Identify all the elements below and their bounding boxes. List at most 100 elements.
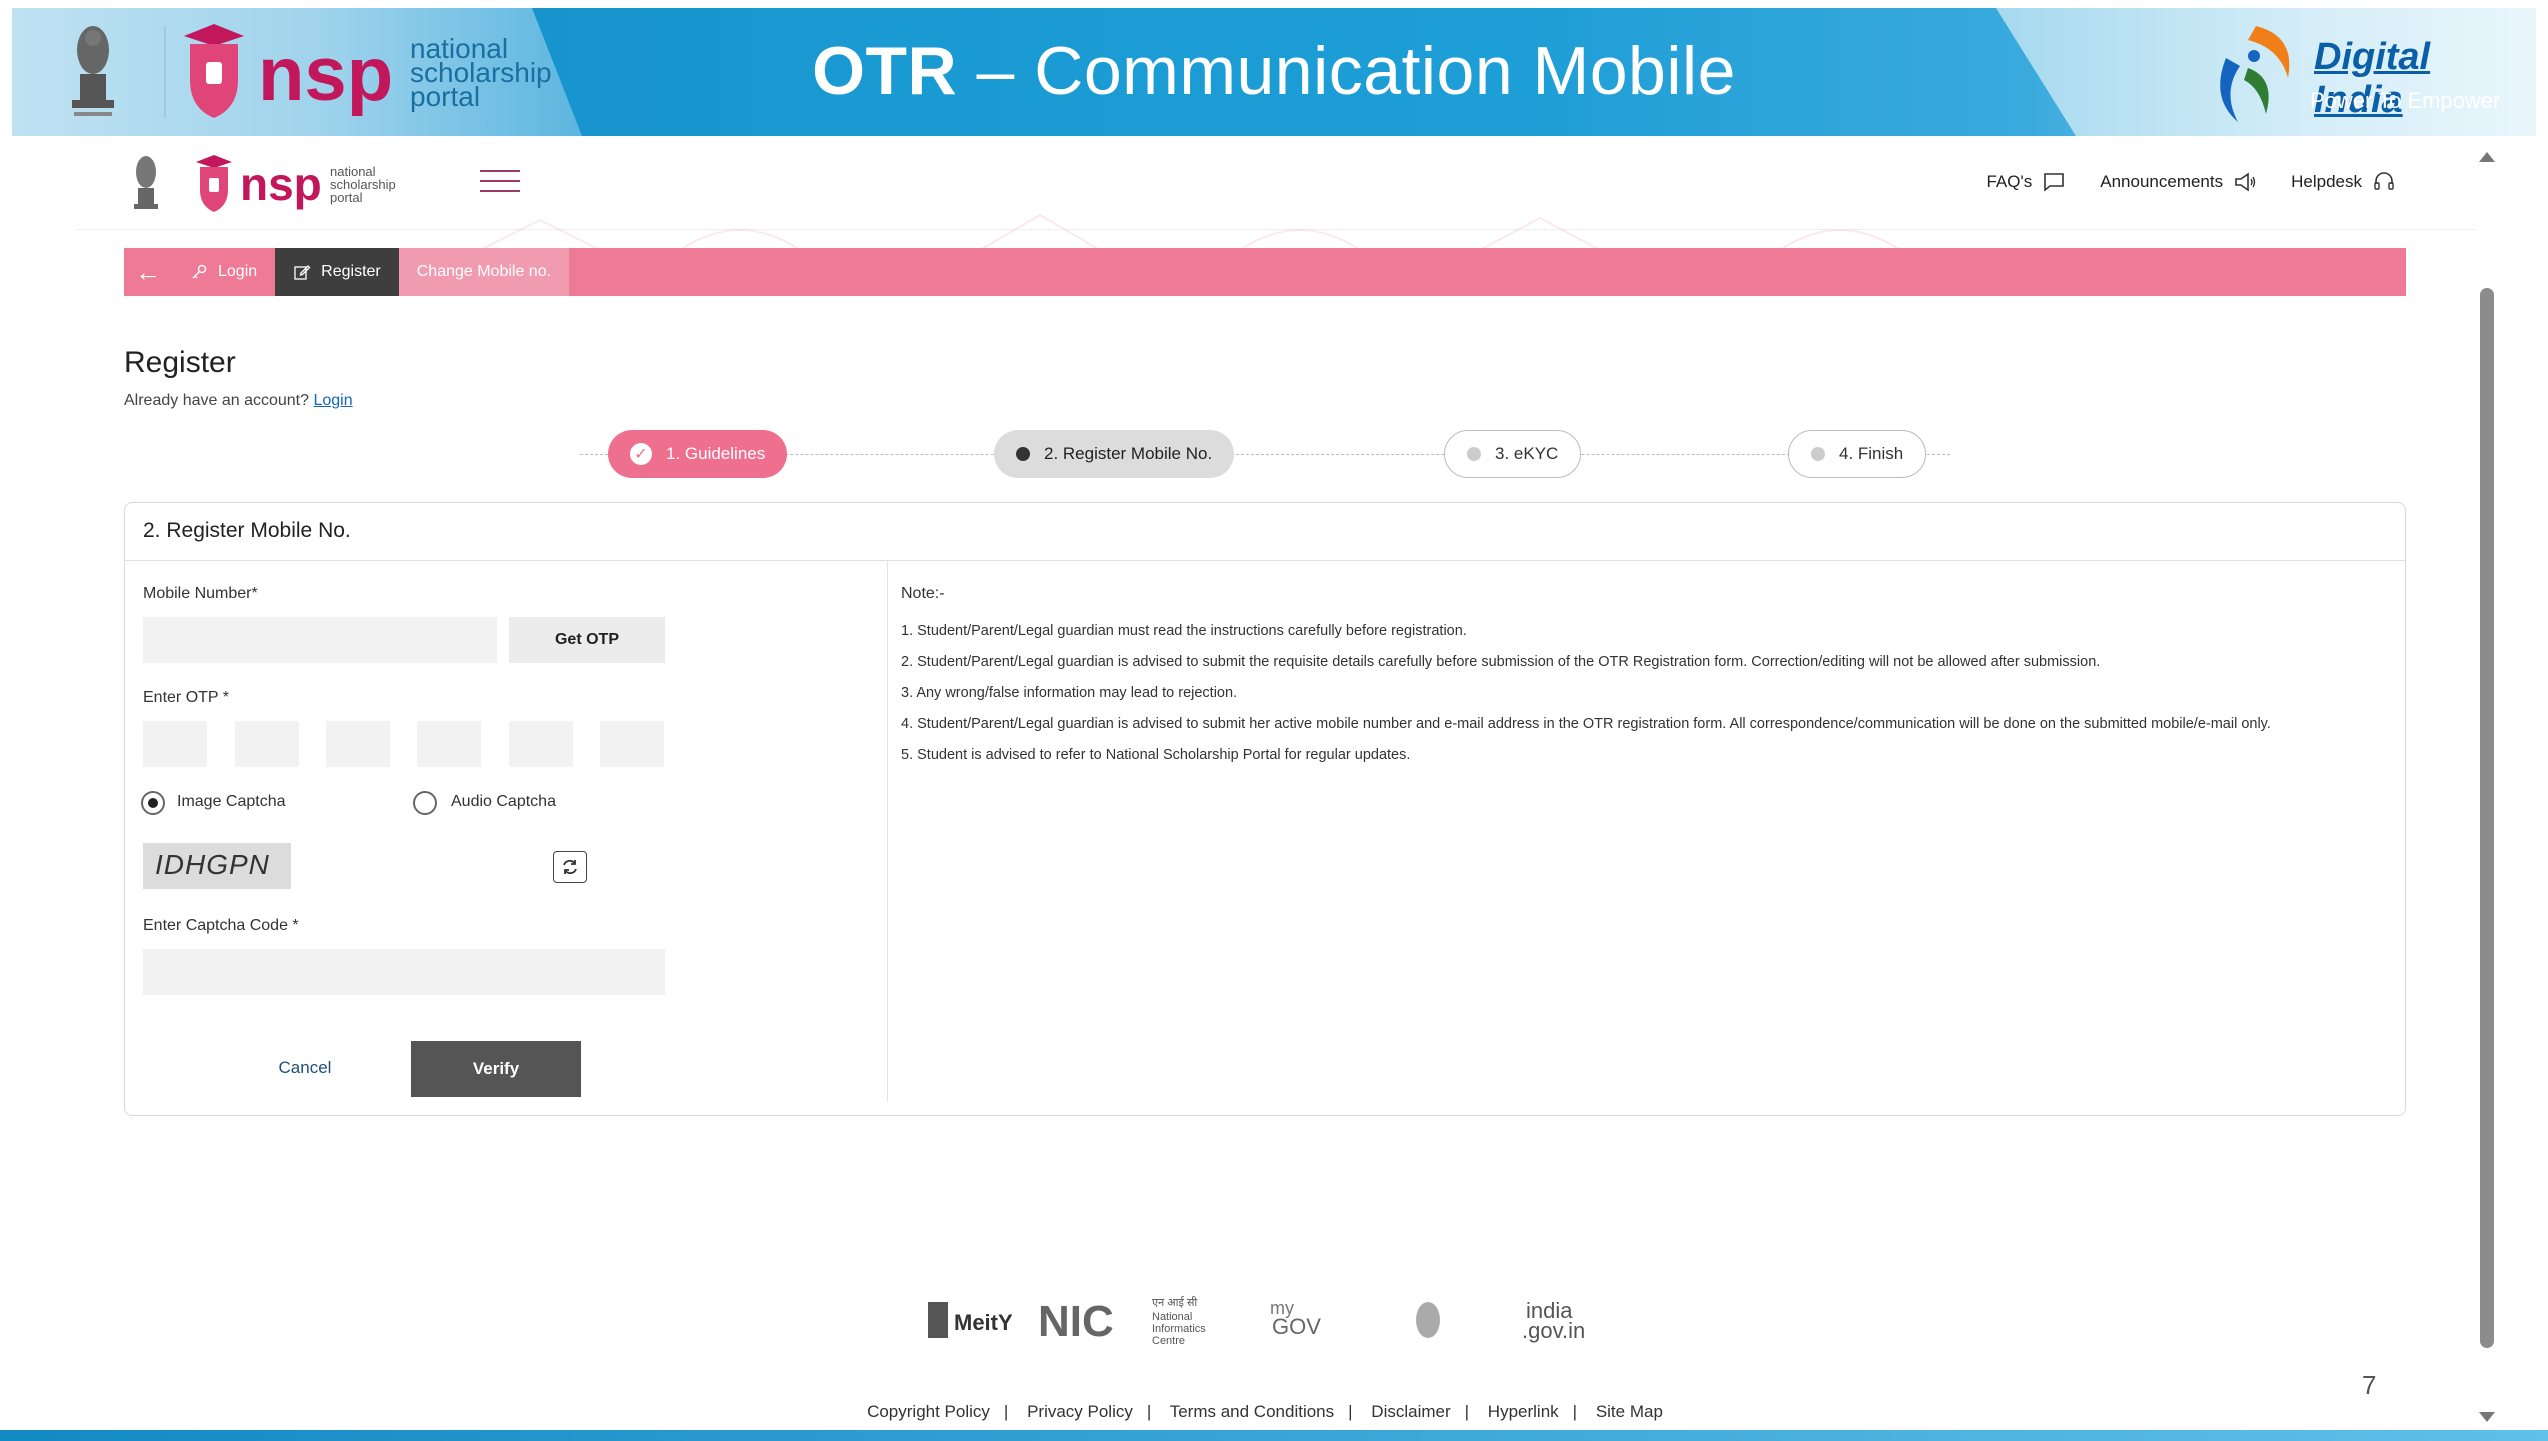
- nic-logo[interactable]: NIC एन आई सी National Informatics Centre: [1038, 1296, 1206, 1347]
- footer-logos: MeitY NIC एन आई सी National Informatics …: [928, 1296, 1585, 1347]
- step-finish-label: 4. Finish: [1839, 444, 1904, 463]
- scrollbar-thumb[interactable]: [2480, 288, 2494, 1348]
- verify-button[interactable]: Verify: [411, 1041, 581, 1097]
- page-title: Register: [124, 346, 236, 379]
- faqs-label: FAQ's: [1986, 172, 2033, 191]
- copyright-policy-link[interactable]: Copyright Policy: [867, 1402, 990, 1421]
- headset-icon: [2374, 172, 2394, 190]
- site-map-link[interactable]: Site Map: [1596, 1402, 1663, 1421]
- cancel-button[interactable]: Cancel: [245, 1041, 365, 1095]
- privacy-policy-link[interactable]: Privacy Policy: [1027, 1402, 1133, 1421]
- emblem-footer-icon[interactable]: [1416, 1302, 1440, 1338]
- image-captcha-radio[interactable]: [141, 791, 165, 815]
- step-ekyc[interactable]: 3. eKYC: [1444, 430, 1582, 478]
- note-item: 5. Student is advised to refer to Nation…: [901, 747, 1411, 763]
- footer-separator: |: [1003, 1402, 1009, 1421]
- digital-india-tagline: Power To Empower: [2310, 88, 2501, 113]
- otp-digit-2[interactable]: [235, 721, 299, 767]
- slide-bottom-bar: [0, 1430, 2548, 1441]
- otp-digit-4[interactable]: [417, 721, 481, 767]
- slide-title: OTR – Communication Mobile: [12, 32, 2536, 110]
- header-watermark-pattern: [480, 213, 1901, 251]
- mobile-number-label: Mobile Number*: [143, 585, 258, 602]
- already-account-text: Already have an account?: [124, 392, 310, 409]
- nav-login[interactable]: Login: [172, 248, 275, 296]
- step-ekyc-label: 3. eKYC: [1495, 444, 1559, 463]
- otp-digit-5[interactable]: [509, 721, 573, 767]
- back-arrow-icon[interactable]: ←: [124, 248, 172, 296]
- nic-line3: Centre: [1152, 1335, 1185, 1347]
- scroll-down-arrow-icon[interactable]: [2479, 1412, 2495, 1422]
- nsp-logo-small[interactable]: nsp national scholarship portal: [186, 152, 406, 216]
- digital-india-mark-icon: [2220, 26, 2290, 122]
- nav-register[interactable]: Register: [275, 248, 399, 296]
- megaphone-icon: [2235, 172, 2256, 192]
- card-title: 2. Register Mobile No.: [125, 503, 2405, 561]
- breadcrumb-navbar: ← Login Register Change Mobile no.: [124, 248, 2406, 296]
- registration-stepper: ✓ 1. Guidelines 2. Register Mobile No. 3…: [580, 430, 1950, 480]
- register-mobile-card: 2. Register Mobile No. Mobile Number* Ge…: [124, 502, 2406, 1116]
- mygov-gov-text: GOV: [1272, 1314, 1321, 1339]
- slide-banner: nsp national scholarship portal OTR – Co…: [12, 8, 2536, 136]
- mygov-logo[interactable]: my GOV: [1270, 1298, 1321, 1339]
- key-icon: [192, 264, 207, 279]
- footer-separator: |: [1464, 1402, 1470, 1421]
- card-divider: [887, 561, 888, 1101]
- step-register-mobile-label: 2. Register Mobile No.: [1044, 444, 1213, 463]
- notes-list: 1. Student/Parent/Legal guardian must re…: [901, 617, 2391, 772]
- slide-title-bold: OTR: [812, 33, 958, 109]
- step-pending-dot: [1467, 447, 1481, 461]
- note-item: 4. Student/Parent/Legal guardian is advi…: [901, 716, 2271, 732]
- footer-separator: |: [1348, 1402, 1353, 1421]
- captcha-code-label: Enter Captcha Code *: [143, 917, 299, 934]
- otp-label: Enter OTP *: [143, 689, 229, 706]
- scroll-up-arrow-icon[interactable]: [2479, 152, 2495, 162]
- mobile-number-input[interactable]: [143, 617, 497, 663]
- image-captcha-label: Image Captcha: [177, 793, 286, 810]
- terms-link[interactable]: Terms and Conditions: [1170, 1402, 1334, 1421]
- navbar-fill: [569, 248, 2406, 296]
- hyperlink-link[interactable]: Hyperlink: [1488, 1402, 1559, 1421]
- helpdesk-label: Helpdesk: [2291, 172, 2362, 191]
- disclaimer-link[interactable]: Disclaimer: [1371, 1402, 1450, 1421]
- otp-digit-6[interactable]: [600, 721, 664, 767]
- india-gov-logo[interactable]: india .gov.in: [1522, 1298, 1585, 1343]
- step-register-mobile[interactable]: 2. Register Mobile No.: [994, 430, 1235, 478]
- refresh-captcha-icon[interactable]: [553, 851, 587, 883]
- nic-logo-text: NIC: [1038, 1297, 1114, 1346]
- step-guidelines[interactable]: ✓ 1. Guidelines: [608, 430, 788, 478]
- meity-logo-text: MeitY: [954, 1310, 1013, 1335]
- step-pending-dot: [1811, 447, 1825, 461]
- audio-captcha-radio[interactable]: [413, 791, 437, 815]
- nic-hindi-text: एन आई सी: [1152, 1296, 1197, 1309]
- captcha-code-input[interactable]: [143, 949, 665, 995]
- note-item: 1. Student/Parent/Legal guardian must re…: [901, 623, 1467, 639]
- refresh-icon: [563, 859, 577, 875]
- slide-title-rest: – Communication Mobile: [957, 33, 1736, 109]
- page-subtitle: Already have an account? Login: [124, 392, 353, 410]
- captcha-image: IDHGPN: [143, 843, 291, 889]
- national-emblem-icon: [134, 156, 158, 209]
- footer-separator: |: [1146, 1402, 1152, 1421]
- meity-logo[interactable]: MeitY: [928, 1302, 1013, 1338]
- note-item: 2. Student/Parent/Legal guardian is advi…: [901, 654, 2101, 670]
- menu-hamburger-icon[interactable]: [480, 170, 520, 198]
- nic-line1: National: [1152, 1311, 1192, 1323]
- announcements-link[interactable]: Announcements: [2100, 170, 2257, 194]
- helpdesk-link[interactable]: Helpdesk: [2291, 170, 2396, 194]
- faqs-link[interactable]: FAQ's: [1986, 170, 2066, 194]
- nav-change-mobile-label: Change Mobile no.: [416, 263, 552, 280]
- otp-digit-3[interactable]: [326, 721, 390, 767]
- slide-page-number: 7: [2362, 1370, 2377, 1400]
- audio-captcha-label: Audio Captcha: [451, 793, 556, 810]
- otp-digit-1[interactable]: [143, 721, 207, 767]
- check-icon: ✓: [630, 443, 652, 465]
- nsp-small-wordmark: nsp: [240, 158, 322, 210]
- nav-register-label: Register: [321, 263, 381, 280]
- get-otp-button[interactable]: Get OTP: [509, 617, 665, 663]
- nav-change-mobile[interactable]: Change Mobile no.: [398, 248, 570, 296]
- step-finish[interactable]: 4. Finish: [1788, 430, 1927, 478]
- chat-icon: [2044, 173, 2065, 192]
- login-link[interactable]: Login: [313, 392, 352, 409]
- nsp-small-line3: portal: [330, 190, 363, 205]
